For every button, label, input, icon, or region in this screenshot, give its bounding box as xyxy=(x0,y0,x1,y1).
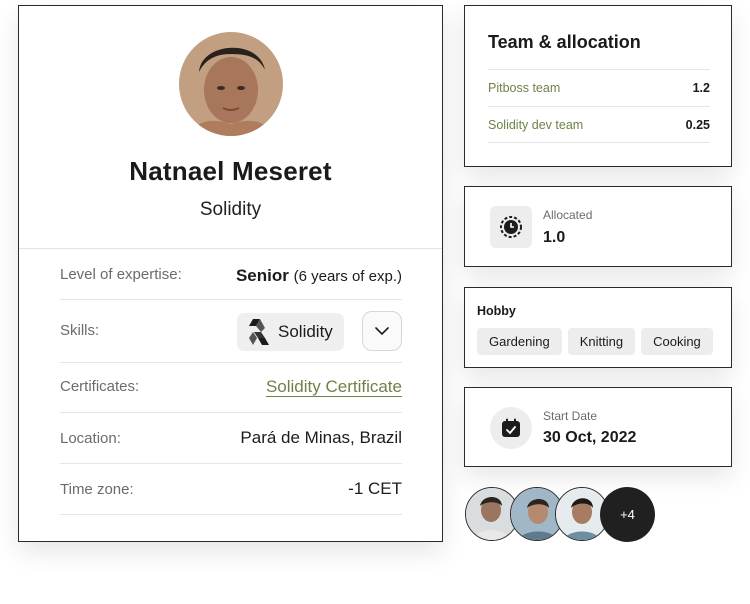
profile-name: Natnael Meseret xyxy=(129,156,332,186)
allocated-label: Allocated xyxy=(543,208,593,222)
team-value: 0.25 xyxy=(685,118,710,132)
profile-role: Solidity xyxy=(199,199,262,220)
start-date-label: Start Date xyxy=(543,409,598,423)
hobby-tag: Cooking xyxy=(641,328,713,355)
skill-name: Solidity xyxy=(278,322,333,341)
timezone-row: Time zone: -1 CET xyxy=(60,464,402,515)
certificate-link[interactable]: Solidity Certificate xyxy=(266,377,402,397)
chevron-down-icon xyxy=(375,326,389,335)
skills-label: Skills: xyxy=(60,322,100,339)
allocated-value: 1.0 xyxy=(543,229,566,246)
team-row: Solidity dev team 0.25 xyxy=(488,106,710,143)
skill-chip[interactable]: Solidity xyxy=(237,313,344,351)
location-label: Location: xyxy=(60,430,121,447)
hobby-title: Hobby xyxy=(477,304,516,318)
allocated-icon-box xyxy=(490,206,532,248)
expertise-row: Level of expertise: Senior (6 years of e… xyxy=(60,249,402,300)
team-row: Pitboss team 1.2 xyxy=(488,69,710,106)
profile-avatar xyxy=(179,32,283,136)
profile-card: Natnael Meseret Solidity Level of expert… xyxy=(18,5,443,542)
start-date-card: Start Date 30 Oct, 2022 xyxy=(464,387,732,467)
solidity-logo-icon xyxy=(249,319,269,345)
expertise-years: (6 years of exp.) xyxy=(293,268,402,285)
hobby-tags: Gardening Knitting Cooking xyxy=(477,328,713,355)
expand-skills-button[interactable] xyxy=(362,311,402,351)
team-title: Team & allocation xyxy=(488,32,641,52)
certificates-row: Certificates: Solidity Certificate xyxy=(60,363,402,413)
more-avatars-badge[interactable]: +4 xyxy=(600,487,655,542)
timezone-value: -1 CET xyxy=(348,479,402,498)
team-avatars: +4 xyxy=(465,487,665,543)
location-row: Location: Pará de Minas, Brazil xyxy=(60,413,402,464)
calendar-icon xyxy=(502,418,520,437)
certificates-label: Certificates: xyxy=(60,378,140,395)
expertise-level: Senior xyxy=(235,266,289,285)
allocated-card: Allocated 1.0 xyxy=(464,186,732,267)
team-name: Pitboss team xyxy=(488,81,561,95)
expertise-label: Level of expertise: xyxy=(60,266,182,283)
team-allocation-card: Team & allocation Pitboss team 1.2 Solid… xyxy=(464,5,732,167)
team-name: Solidity dev team xyxy=(488,118,584,132)
hobby-card: Hobby Gardening Knitting Cooking xyxy=(464,287,732,368)
start-date-value: 30 Oct, 2022 xyxy=(543,429,637,446)
skills-row: Skills: Solidity xyxy=(60,300,402,363)
expertise-value: Senior (6 years of exp.) xyxy=(236,266,402,286)
team-value: 1.2 xyxy=(692,81,710,95)
hobby-tag: Knitting xyxy=(567,328,636,355)
calendar-icon-box xyxy=(490,407,532,449)
timezone-label: Time zone: xyxy=(60,481,134,498)
hobby-tag: Gardening xyxy=(477,328,562,355)
location-value: Pará de Minas, Brazil xyxy=(240,428,402,447)
clock-icon xyxy=(500,216,522,238)
